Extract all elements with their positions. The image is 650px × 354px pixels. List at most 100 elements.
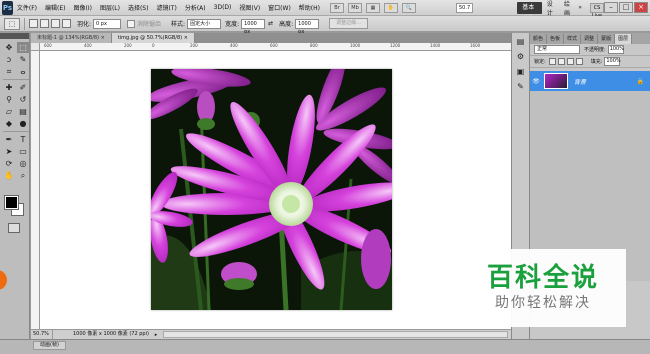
shape-tool-icon[interactable]: ▭ — [17, 146, 29, 157]
close-icon[interactable]: × — [634, 2, 648, 13]
flower-photo[interactable] — [151, 69, 392, 310]
workspace-painting-button[interactable]: 绘画 — [559, 0, 576, 17]
status-zoom-field[interactable]: 50.7% — [31, 329, 53, 340]
extras-icon[interactable]: ▦ — [366, 2, 380, 13]
menu-3d[interactable]: 3D(D) — [210, 4, 236, 11]
bridge-icon[interactable]: Br — [330, 2, 344, 13]
tab-styles[interactable]: 样式 — [564, 34, 582, 44]
menu-help[interactable]: 帮助(H) — [295, 3, 324, 12]
panel-tabs: 颜色 色板 样式 调整 蒙版 图层 — [530, 33, 650, 44]
menu-file[interactable]: 文件(F) — [13, 3, 41, 12]
watermark: 百科全说 助你轻松解决 — [460, 249, 626, 327]
style-select[interactable]: 固定大小 — [187, 18, 222, 29]
hand-tool-icon[interactable]: ✋ — [3, 170, 15, 181]
brush-tool-icon[interactable]: ✐ — [17, 82, 29, 93]
height-input[interactable]: 1000 px — [295, 18, 320, 35]
menu-analysis[interactable]: 分析(A) — [181, 3, 210, 12]
properties-panel-icon[interactable]: ⚙ — [514, 51, 527, 62]
tab-untitled-1[interactable]: 未标题-1 @ 134%(RGB/8) × — [31, 33, 112, 43]
layer-row-background[interactable]: 👁 背景 🔒 — [530, 71, 650, 91]
foreground-color-swatch[interactable] — [4, 195, 19, 210]
mini-bridge-icon[interactable]: Mb — [348, 2, 362, 13]
quick-mask-icon[interactable] — [8, 223, 20, 233]
subtract-selection-icon[interactable] — [51, 19, 60, 28]
menu-filter[interactable]: 滤镜(T) — [152, 3, 180, 12]
cs-live-button[interactable]: CS Live — [589, 2, 604, 19]
3d-orbit-icon[interactable]: ◎ — [17, 158, 29, 169]
workspace-more-button[interactable]: » — [576, 4, 584, 11]
menu-layer[interactable]: 图层(L) — [96, 3, 124, 12]
application-bar-icons: Br Mb ▦ ✋ 🔍 — [330, 2, 416, 13]
quick-select-tool-icon[interactable]: ✎ — [17, 54, 29, 65]
maximize-icon[interactable]: □ — [619, 2, 633, 13]
marquee-tool-icon[interactable]: ⬚ — [17, 42, 29, 53]
lock-position-icon[interactable] — [566, 58, 574, 65]
ruler-label: 1400 — [430, 43, 441, 48]
tab-adjustments[interactable]: 调整 — [581, 34, 599, 44]
fill-input[interactable]: 100% — [604, 57, 621, 66]
layer-name[interactable]: 背景 — [574, 77, 586, 86]
feather-input[interactable]: 0 px — [93, 18, 122, 29]
clone-stamp-icon[interactable]: ⚲ — [3, 94, 15, 105]
ruler-label: 600 — [44, 43, 52, 48]
menu-view[interactable]: 视图(V) — [235, 3, 264, 12]
blur-tool-icon[interactable]: ◆ — [3, 118, 15, 129]
move-tool-icon[interactable]: ✥ — [3, 42, 15, 53]
gradient-tool-icon[interactable]: ▤ — [17, 106, 29, 117]
menu-image[interactable]: 图像(I) — [69, 3, 95, 12]
opacity-input[interactable]: 100% — [607, 45, 624, 54]
lock-all-icon[interactable] — [575, 58, 583, 65]
type-tool-icon[interactable]: T — [17, 134, 29, 145]
zoom-tool-icon[interactable]: ⌕ — [17, 170, 29, 181]
intersect-selection-icon[interactable] — [62, 19, 71, 28]
tab-swatches[interactable]: 色板 — [547, 34, 565, 44]
refine-edge-button[interactable]: 调整边缘... — [329, 18, 368, 29]
tab-layers[interactable]: 图层 — [615, 34, 633, 44]
crop-tool-icon[interactable]: ⌗ — [3, 66, 15, 77]
width-input[interactable]: 1000 px — [241, 18, 266, 35]
canvas-area[interactable] — [40, 51, 511, 329]
lasso-tool-icon[interactable]: ↄ — [3, 54, 15, 65]
pen-tool-icon[interactable]: ✒ — [3, 134, 15, 145]
horizontal-scrollbar[interactable] — [162, 331, 508, 338]
history-brush-icon[interactable]: ↺ — [17, 94, 29, 105]
marquee-preset-icon[interactable]: ⬚ — [4, 17, 20, 30]
status-menu-arrow-icon[interactable]: ▸ — [152, 331, 160, 339]
eye-icon[interactable]: 👁 — [530, 78, 542, 85]
eyedropper-tool-icon[interactable]: ⴰ — [17, 66, 29, 77]
width-label: 宽度: — [225, 21, 240, 28]
zoom-level-select[interactable]: 50.7 — [456, 2, 474, 13]
menu-window[interactable]: 窗口(W) — [264, 3, 295, 12]
eraser-tool-icon[interactable]: ▱ — [3, 106, 15, 117]
watermark-subtitle: 助你轻松解决 — [495, 295, 591, 311]
antialias-checkbox[interactable] — [127, 19, 136, 28]
add-selection-icon[interactable] — [40, 19, 49, 28]
tab-animation[interactable]: 动画(帧) — [33, 341, 66, 350]
ruler-label: 400 — [84, 43, 92, 48]
tab-color[interactable]: 颜色 — [530, 34, 548, 44]
swap-icon[interactable]: ⇄ — [268, 20, 273, 27]
history-panel-icon[interactable]: ▤ — [514, 36, 527, 47]
navigator-panel-icon[interactable]: ▣ — [514, 66, 527, 77]
tool-presets-panel-icon[interactable]: ✎ — [514, 81, 527, 92]
vertical-ruler — [31, 51, 40, 329]
workspace-design-button[interactable]: 设计 — [542, 0, 559, 17]
status-bar: 50.7% 1000 像素 x 1000 像素 (72 ppi) ▸ — [31, 329, 511, 340]
3d-rotate-icon[interactable]: ⟳ — [3, 158, 15, 169]
workspace-essentials-button[interactable]: 基本功能 — [517, 1, 542, 23]
lock-transparent-icon[interactable] — [548, 58, 556, 65]
blend-mode-select[interactable]: 正常 — [534, 45, 580, 54]
hand-tool-icon[interactable]: ✋ — [384, 2, 398, 13]
tab-masks[interactable]: 蒙版 — [598, 34, 616, 44]
minimize-icon[interactable]: – — [604, 2, 618, 13]
tab-timg-jpg[interactable]: timg.jpg @ 50.7%(RGB/8) × — [111, 33, 195, 43]
dodge-tool-icon[interactable]: ● — [17, 118, 29, 129]
new-selection-icon[interactable] — [29, 19, 38, 28]
menu-edit[interactable]: 编辑(E) — [41, 3, 69, 12]
menu-select[interactable]: 选择(S) — [124, 3, 153, 12]
path-select-icon[interactable]: ➤ — [3, 146, 15, 157]
opacity-label: 不透明度: — [584, 47, 606, 53]
lock-pixels-icon[interactable] — [557, 58, 565, 65]
healing-brush-icon[interactable]: ✚ — [3, 82, 15, 93]
zoom-tool-icon[interactable]: 🔍 — [402, 2, 416, 13]
